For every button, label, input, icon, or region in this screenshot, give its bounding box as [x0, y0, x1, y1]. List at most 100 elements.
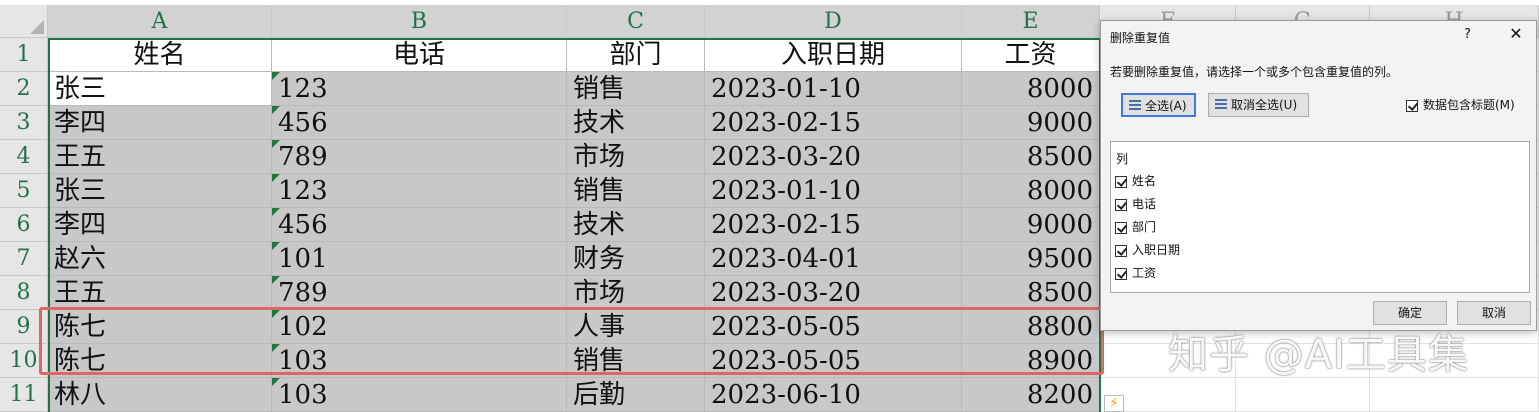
table-cell[interactable]: 8000	[962, 174, 1100, 208]
table-cell[interactable]: 789	[272, 140, 567, 174]
table-cell[interactable]: 101	[272, 242, 567, 276]
row-header[interactable]: 2	[0, 72, 48, 106]
empty-cell[interactable]	[1236, 378, 1370, 412]
has-headers-checkbox[interactable]: 数据包含标题(M)	[1406, 96, 1515, 113]
header-cell[interactable]: 电话	[272, 38, 567, 72]
table-cell[interactable]: 8200	[962, 378, 1100, 412]
row-header[interactable]: 4	[0, 140, 48, 174]
row-header[interactable]: 3	[0, 106, 48, 140]
table-cell[interactable]: 销售	[567, 174, 705, 208]
table-cell[interactable]: 后勤	[567, 378, 705, 412]
row-header[interactable]: 10	[0, 344, 48, 378]
empty-cell[interactable]	[1370, 378, 1539, 412]
select-all-label: 全选(A)	[1145, 99, 1187, 113]
table-cell[interactable]: 市场	[567, 140, 705, 174]
row-header[interactable]: 8	[0, 276, 48, 310]
header-cell[interactable]: 部门	[567, 38, 705, 72]
table-cell[interactable]: 市场	[567, 276, 705, 310]
table-cell[interactable]: 李四	[48, 106, 272, 140]
checkbox-checked-icon[interactable]	[1115, 198, 1127, 211]
header-cell[interactable]: 姓名	[48, 38, 272, 72]
table-cell[interactable]: 2023-02-15	[705, 208, 962, 242]
column-item-salary[interactable]: 工资	[1115, 264, 1156, 281]
help-icon[interactable]: ?	[1464, 27, 1471, 42]
close-icon[interactable]: ✕	[1505, 24, 1527, 43]
row-header[interactable]: 6	[0, 208, 48, 242]
row-header[interactable]: 7	[0, 242, 48, 276]
table-cell[interactable]: 2023-03-20	[705, 276, 962, 310]
column-list: 列 姓名 电话 部门 入职日期 工资	[1110, 141, 1530, 293]
table-cell[interactable]: 张三	[48, 174, 272, 208]
checklist-icon	[1215, 99, 1227, 111]
unselect-all-label: 取消全选(U)	[1231, 98, 1298, 112]
table-cell[interactable]: 赵六	[48, 242, 272, 276]
column-header-d[interactable]: D	[705, 5, 962, 38]
column-item-department[interactable]: 部门	[1115, 218, 1156, 235]
table-cell[interactable]: 李四	[48, 208, 272, 242]
table-cell[interactable]: 技术	[567, 106, 705, 140]
has-headers-label: 数据包含标题(M)	[1423, 98, 1515, 112]
row-header[interactable]: 11	[0, 378, 48, 412]
checkbox-checked-icon[interactable]	[1115, 221, 1127, 234]
table-cell[interactable]: 102	[272, 310, 567, 344]
table-cell[interactable]: 8000	[962, 72, 1100, 106]
checkbox-checked-icon[interactable]	[1406, 99, 1418, 112]
table-cell[interactable]: 销售	[567, 344, 705, 378]
column-item-label: 入职日期	[1132, 243, 1181, 257]
table-cell[interactable]: 9500	[962, 242, 1100, 276]
table-cell[interactable]: 103	[272, 344, 567, 378]
column-header-b[interactable]: B	[272, 5, 567, 38]
table-cell[interactable]: 2023-05-05	[705, 310, 962, 344]
table-cell[interactable]: 9000	[962, 106, 1100, 140]
table-cell[interactable]: 8500	[962, 276, 1100, 310]
table-cell[interactable]: 123	[272, 72, 567, 106]
table-cell[interactable]: 2023-03-20	[705, 140, 962, 174]
checkbox-checked-icon[interactable]	[1115, 244, 1127, 257]
table-cell[interactable]: 林八	[48, 378, 272, 412]
table-cell[interactable]: 2023-05-05	[705, 344, 962, 378]
table-cell[interactable]: 9000	[962, 208, 1100, 242]
table-cell[interactable]: 123	[272, 174, 567, 208]
table-cell[interactable]: 2023-01-10	[705, 174, 962, 208]
watermark-text: 知乎 @AI工具集	[1168, 332, 1469, 378]
table-cell[interactable]: 8800	[962, 310, 1100, 344]
table-cell[interactable]: 2023-04-01	[705, 242, 962, 276]
row-header[interactable]: 5	[0, 174, 48, 208]
select-all-corner[interactable]	[0, 5, 48, 38]
table-cell[interactable]: 8900	[962, 344, 1100, 378]
column-item-name[interactable]: 姓名	[1115, 172, 1156, 189]
row-header[interactable]: 9	[0, 310, 48, 344]
table-cell[interactable]: 财务	[567, 242, 705, 276]
quick-analysis-lightning-icon[interactable]: ⚡	[1104, 395, 1124, 412]
unselect-all-button[interactable]: 取消全选(U)	[1208, 93, 1309, 117]
table-cell[interactable]: 王五	[48, 140, 272, 174]
remove-duplicates-dialog: 删除重复值 ? ✕ 若要删除重复值，请选择一个或多个包含重复值的列。 全选(A)…	[1100, 20, 1537, 331]
table-cell[interactable]: 陈七	[48, 344, 272, 378]
checklist-icon	[1129, 100, 1141, 112]
table-cell[interactable]: 销售	[567, 72, 705, 106]
table-cell[interactable]: 2023-02-15	[705, 106, 962, 140]
table-cell[interactable]: 789	[272, 276, 567, 310]
table-cell[interactable]: 103	[272, 378, 567, 412]
checkbox-checked-icon[interactable]	[1115, 175, 1127, 188]
table-cell[interactable]: 8500	[962, 140, 1100, 174]
column-item-hire-date[interactable]: 入职日期	[1115, 241, 1180, 258]
checkbox-checked-icon[interactable]	[1115, 267, 1127, 280]
table-cell[interactable]: 456	[272, 208, 567, 242]
table-cell[interactable]: 张三	[48, 72, 272, 106]
column-item-phone[interactable]: 电话	[1115, 195, 1156, 212]
column-header-a[interactable]: A	[48, 5, 272, 38]
table-cell[interactable]: 人事	[567, 310, 705, 344]
select-all-button[interactable]: 全选(A)	[1121, 93, 1196, 117]
table-cell[interactable]: 2023-06-10	[705, 378, 962, 412]
column-header-e[interactable]: E	[962, 5, 1100, 38]
header-cell[interactable]: 工资	[962, 38, 1100, 72]
table-cell[interactable]: 技术	[567, 208, 705, 242]
table-cell[interactable]: 2023-01-10	[705, 72, 962, 106]
column-header-c[interactable]: C	[567, 5, 705, 38]
row-header[interactable]: 1	[0, 38, 48, 72]
table-cell[interactable]: 陈七	[48, 310, 272, 344]
table-cell[interactable]: 456	[272, 106, 567, 140]
table-cell[interactable]: 王五	[48, 276, 272, 310]
header-cell[interactable]: 入职日期	[705, 38, 962, 72]
